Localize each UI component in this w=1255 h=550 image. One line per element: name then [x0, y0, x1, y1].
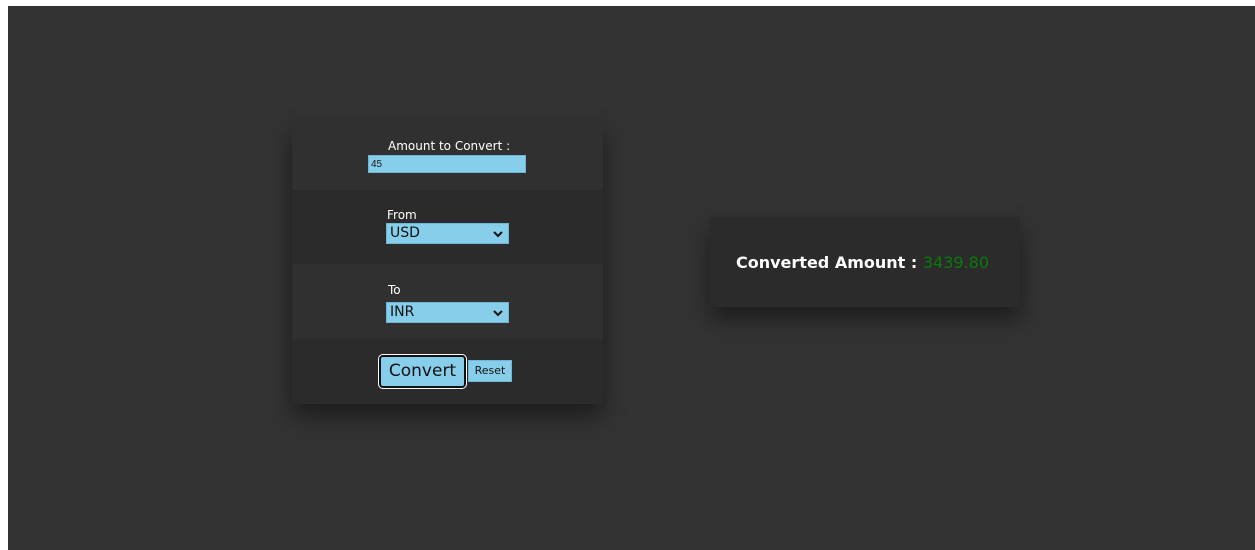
result-text: Converted Amount : 3439.80 — [736, 253, 989, 273]
amount-section: Amount to Convert : — [292, 120, 603, 190]
to-label: To — [388, 283, 401, 297]
amount-label: Amount to Convert : — [388, 139, 511, 153]
from-section: From USD — [292, 190, 603, 264]
convert-button[interactable]: Convert — [378, 354, 467, 389]
to-currency-select[interactable]: INR — [386, 302, 509, 323]
converted-amount-value: 3439.80 — [922, 253, 990, 272]
from-currency-select[interactable]: USD — [386, 223, 509, 244]
converter-form: Amount to Convert : From USD To INR Conv — [292, 120, 603, 404]
result-card: Converted Amount : 3439.80 — [710, 217, 1020, 307]
to-section: To INR — [292, 264, 603, 339]
actions-section: Convert Reset — [292, 339, 603, 404]
reset-button[interactable]: Reset — [468, 360, 512, 382]
chevron-down-icon — [493, 310, 503, 317]
chevron-down-icon — [493, 231, 503, 238]
to-currency-value: INR — [390, 304, 415, 320]
from-label: From — [387, 208, 417, 222]
converted-amount-label: Converted Amount : — [736, 253, 918, 272]
amount-input[interactable] — [368, 155, 526, 173]
from-currency-value: USD — [390, 225, 420, 241]
app-background: Amount to Convert : From USD To INR Conv — [8, 6, 1255, 550]
